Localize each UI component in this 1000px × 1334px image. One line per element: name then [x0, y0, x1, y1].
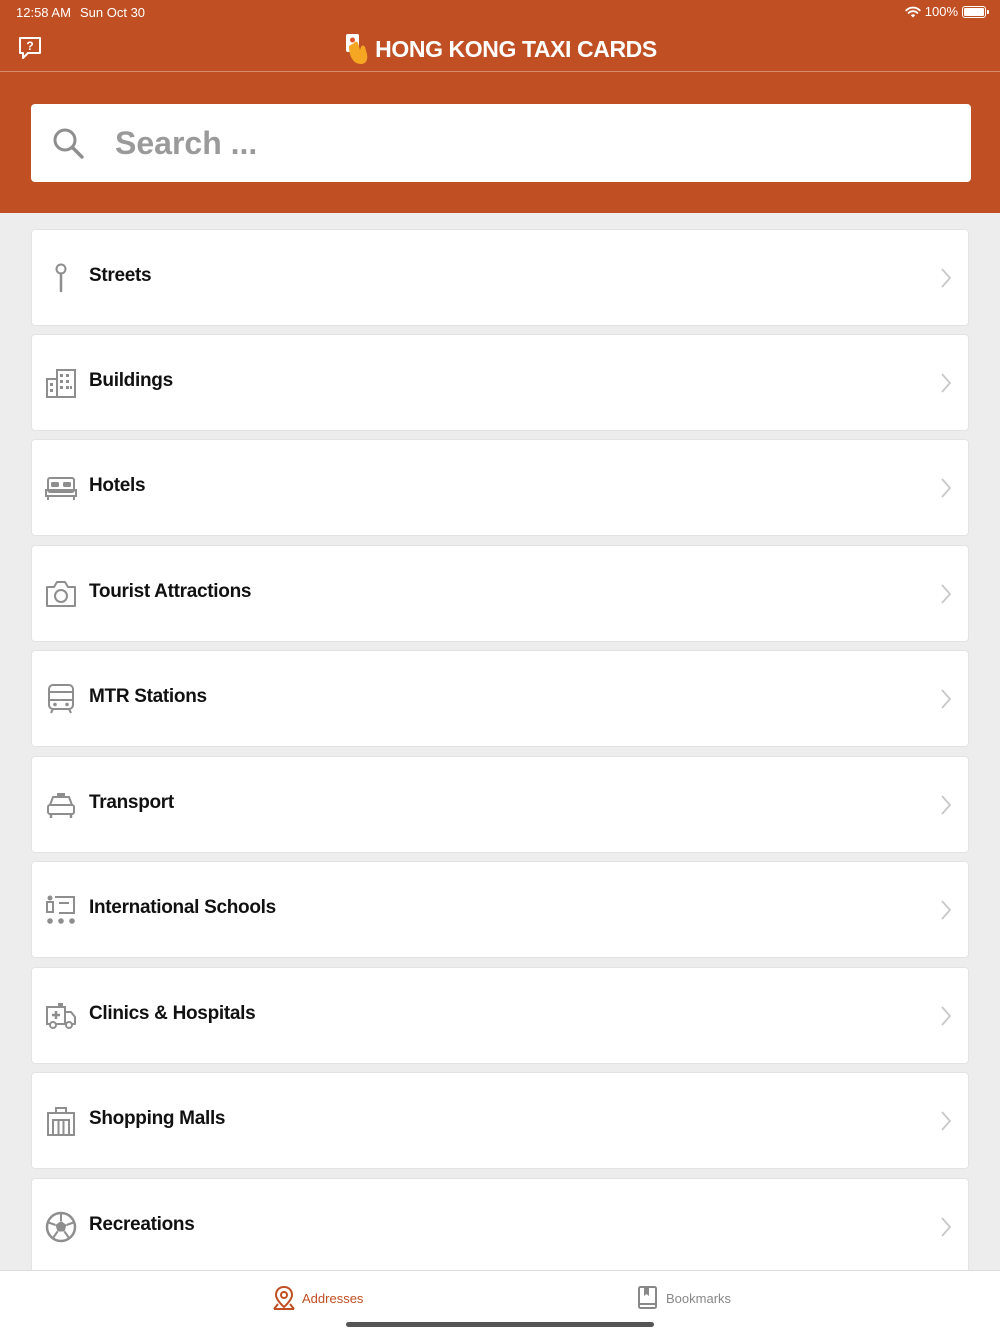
- list-item-label: Clinics & Hospitals: [89, 1003, 256, 1024]
- wifi-icon: [905, 6, 921, 17]
- chevron-right-icon: [941, 795, 952, 815]
- search-input[interactable]: [115, 118, 935, 168]
- list-item-streets[interactable]: Streets: [31, 229, 969, 326]
- category-list: Streets Buildings Hotels Tourist Attract…: [0, 213, 1000, 1270]
- school-icon: [46, 895, 75, 924]
- list-item-shopping-malls[interactable]: Shopping Malls: [31, 1072, 969, 1169]
- list-item-label: International Schools: [89, 897, 276, 918]
- list-item-transport[interactable]: Transport: [31, 756, 969, 853]
- list-item-international-schools[interactable]: International Schools: [31, 861, 969, 958]
- chevron-right-icon: [941, 1217, 952, 1237]
- app-title-text: HONG KONG TAXI CARDS: [375, 35, 657, 62]
- chevron-right-icon: [941, 584, 952, 604]
- list-item-label: Transport: [89, 792, 174, 813]
- camera-icon: [46, 581, 76, 607]
- search-icon: [53, 128, 84, 159]
- bed-icon: [45, 477, 77, 500]
- ball-icon: [45, 1211, 77, 1243]
- bookmark-book-icon: [638, 1286, 657, 1309]
- tab-addresses-label: Addresses: [302, 1290, 364, 1306]
- list-item-tourist-attractions[interactable]: Tourist Attractions: [31, 545, 969, 642]
- header: 12:58 AM Sun Oct 30 100% ? HONG KONG TAX…: [0, 0, 1000, 213]
- nav-bar: ? HONG KONG TAXI CARDS: [0, 24, 1000, 72]
- list-item-mtr-stations[interactable]: MTR Stations: [31, 650, 969, 747]
- list-item-label: Tourist Attractions: [89, 581, 252, 602]
- list-item-label: Buildings: [89, 370, 173, 391]
- tab-bookmarks-label: Bookmarks: [666, 1290, 732, 1306]
- taxi-card-logo-icon: [346, 34, 368, 64]
- location-pin-icon: [273, 1285, 295, 1310]
- chevron-right-icon: [941, 1006, 952, 1026]
- list-item-label: Recreations: [89, 1214, 195, 1235]
- tab-bookmarks[interactable]: Bookmarks: [636, 1283, 731, 1313]
- list-item-label: Hotels: [89, 475, 146, 496]
- search-box[interactable]: [31, 104, 971, 182]
- home-indicator: [346, 1322, 654, 1327]
- buildings-icon: [46, 369, 76, 398]
- status-indicators: 100%: [905, 4, 989, 19]
- list-item-label: MTR Stations: [89, 686, 207, 707]
- list-item-hotels[interactable]: Hotels: [31, 439, 969, 536]
- ambulance-icon: [46, 1003, 76, 1029]
- list-item-label: Streets: [89, 265, 152, 286]
- tab-bar: Addresses Bookmarks: [0, 1270, 1000, 1334]
- chevron-right-icon: [941, 268, 952, 288]
- list-item-label: Shopping Malls: [89, 1108, 226, 1129]
- list-item-buildings[interactable]: Buildings: [31, 334, 969, 431]
- list-item-recreations[interactable]: Recreations: [31, 1178, 969, 1270]
- status-time: 12:58 AM: [16, 5, 71, 20]
- chevron-right-icon: [941, 900, 952, 920]
- chevron-right-icon: [941, 373, 952, 393]
- battery-icon: [962, 5, 989, 18]
- app-title: HONG KONG TAXI CARDS: [0, 32, 1000, 66]
- train-icon: [48, 684, 74, 714]
- chevron-right-icon: [941, 689, 952, 709]
- mall-icon: [47, 1107, 75, 1136]
- tab-addresses[interactable]: Addresses: [272, 1283, 363, 1313]
- chevron-right-icon: [941, 478, 952, 498]
- taxi-icon: [47, 793, 75, 818]
- pin-icon: [55, 263, 67, 293]
- status-date: Sun Oct 30: [80, 5, 146, 20]
- list-item-clinics-hospitals[interactable]: Clinics & Hospitals: [31, 967, 969, 1064]
- chevron-right-icon: [941, 1111, 952, 1131]
- status-bar: 12:58 AM Sun Oct 30 100%: [0, 0, 1000, 24]
- battery-percent: 100%: [924, 4, 958, 19]
